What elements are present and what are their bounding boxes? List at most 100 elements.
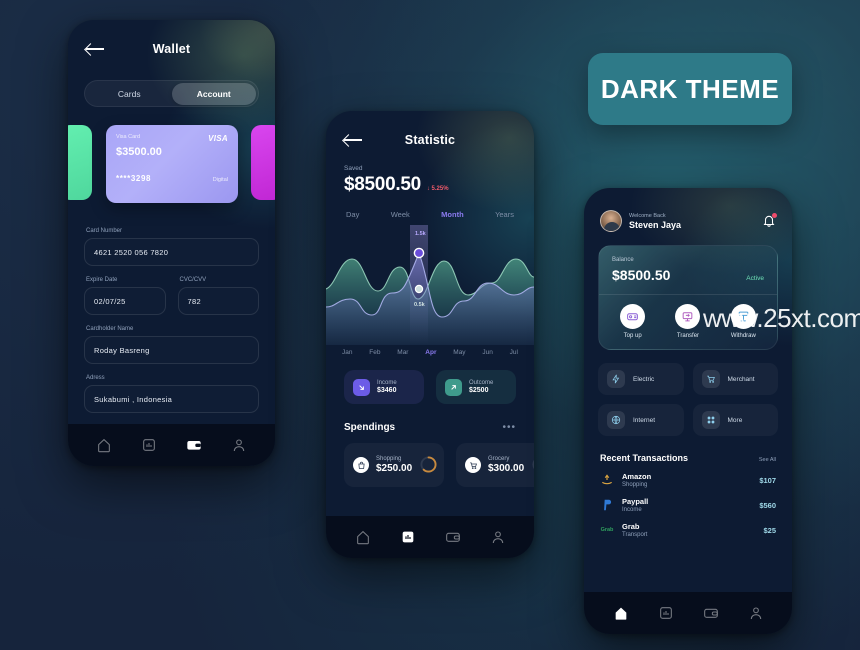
field-label: Cardholder Name — [86, 326, 134, 332]
nav-chart-icon[interactable] — [400, 529, 416, 545]
action-withdraw[interactable]: Withdraw — [716, 304, 771, 339]
tab-account[interactable]: Account — [171, 82, 256, 105]
visa-card[interactable]: Visa Card VISA $3500.00 ****3298 Digital — [106, 125, 238, 203]
saved-label: Saved — [344, 165, 363, 172]
spending-label: Shopping — [376, 456, 402, 462]
outcome-value: $2500 — [469, 387, 489, 394]
tab-cards[interactable]: Cards — [87, 83, 172, 105]
wallet-segmented-control[interactable]: Cards Account — [84, 80, 259, 107]
cardholder-name-input[interactable]: Roday Basreng — [84, 336, 259, 364]
spending-card-shopping[interactable]: Shopping $250.00 — [344, 443, 444, 487]
chart-marker-lower[interactable] — [414, 284, 424, 294]
nav-profile-icon[interactable] — [490, 529, 506, 545]
nav-home-icon[interactable] — [613, 605, 629, 621]
balance-card: Balance $8500.50 Active Top up Transfer … — [598, 245, 778, 350]
nav-profile-icon[interactable] — [748, 605, 764, 621]
action-transfer[interactable]: Transfer — [660, 304, 715, 339]
nav-home-icon[interactable] — [96, 437, 112, 453]
range-years[interactable]: Years — [495, 210, 514, 219]
action-topup[interactable]: Top up — [605, 304, 660, 339]
bolt-icon — [607, 370, 625, 388]
tile-electric[interactable]: Electric — [598, 363, 684, 395]
card-peek-left[interactable] — [68, 125, 92, 200]
phone-statistic: Statistic Saved $8500.50 ↓ 5.25% Day Wee… — [326, 111, 534, 558]
saved-delta: ↓ 5.25% — [426, 186, 449, 192]
user-name: Steven Jaya — [629, 219, 682, 230]
amazon-icon — [600, 473, 614, 487]
tick-mar: Mar — [397, 349, 409, 356]
nav-wallet-icon[interactable] — [445, 529, 461, 545]
expire-date-input[interactable]: 02/07/25 — [84, 287, 166, 315]
avatar[interactable] — [600, 210, 622, 232]
spending-label: Grocery — [488, 456, 510, 462]
tile-label: Electric — [633, 375, 655, 383]
balance-label: Balance — [612, 257, 634, 263]
card-type: Digital — [212, 177, 228, 183]
transaction-amount: $107 — [759, 475, 776, 485]
nav-chart-icon[interactable] — [141, 437, 157, 453]
transaction-row[interactable]: Amazon Shopping $107 — [584, 463, 792, 488]
income-outcome-row: Income $3460 Outcome $2500 — [326, 356, 534, 404]
field-card-number: Card Number 4621 2520 056 7820 — [84, 228, 259, 266]
cvc-input[interactable]: 782 — [177, 287, 259, 315]
income-card[interactable]: Income $3460 — [344, 370, 424, 404]
card-amount: $3500.00 — [116, 146, 162, 158]
balance-value: $8500.50 — [612, 267, 671, 283]
chart-marker-upper[interactable] — [413, 247, 425, 259]
page-title: Wallet — [152, 42, 191, 56]
spending-value: $250.00 — [376, 463, 413, 474]
transaction-row[interactable]: Paypall Income $560 — [584, 488, 792, 513]
bottom-nav — [584, 592, 792, 634]
chart-x-axis: Jan Feb Mar Apr May Jun Jul — [326, 345, 534, 356]
transaction-category: Income — [622, 507, 642, 513]
card-peek-right[interactable] — [251, 125, 275, 200]
tick-apr: Apr — [425, 349, 437, 356]
field-address: Adress Sukabumi , Indonesia — [84, 375, 259, 413]
tick-jun: Jun — [482, 349, 493, 356]
card-carousel[interactable]: Visa Card VISA $3500.00 ****3298 Digital — [68, 125, 275, 205]
phone-wallet: Wallet Cards Account Visa Card VISA $350… — [68, 20, 275, 466]
service-tiles: Electric Merchant Internet More — [584, 350, 792, 436]
tile-merchant[interactable]: Merchant — [692, 363, 778, 395]
action-label: Top up — [623, 333, 642, 339]
bell-icon[interactable] — [762, 213, 777, 228]
transaction-category: Transport — [622, 532, 648, 538]
globe-icon — [607, 411, 625, 429]
badge-label: DARK THEME — [600, 73, 780, 104]
status-badge: Active — [746, 275, 764, 282]
card-number-input[interactable]: 4621 2520 056 7820 — [84, 238, 259, 266]
bottom-nav — [326, 516, 534, 558]
spending-card-grocery[interactable]: Grocery $300.00 — [456, 443, 534, 487]
spending-value: $300.00 — [488, 463, 525, 474]
cart-icon — [465, 457, 481, 473]
user-header: Welcome Back Steven Jaya — [584, 188, 792, 232]
spending-progress-ring — [532, 456, 534, 473]
action-label: Withdraw — [730, 333, 756, 339]
address-input[interactable]: Sukabumi , Indonesia — [84, 385, 259, 413]
nav-home-icon[interactable] — [355, 529, 371, 545]
tile-internet[interactable]: Internet — [598, 404, 684, 436]
saved-row: $8500.50 ↓ 5.25% — [326, 172, 534, 196]
see-all-link[interactable]: See All — [759, 457, 776, 463]
transactions-header: Recent Transactions See All — [584, 436, 792, 463]
card-number-masked: ****3298 — [116, 174, 152, 183]
ellipsis-icon[interactable]: ••• — [502, 422, 516, 433]
welcome-text: Welcome Back — [629, 212, 666, 219]
range-day[interactable]: Day — [346, 210, 359, 219]
nav-wallet-icon[interactable] — [703, 605, 719, 621]
nav-chart-icon[interactable] — [658, 605, 674, 621]
nav-profile-icon[interactable] — [231, 437, 247, 453]
range-week[interactable]: Week — [391, 210, 410, 219]
bag-icon — [353, 457, 369, 473]
atm-icon — [730, 304, 756, 329]
dark-theme-badge: DARK THEME — [588, 53, 792, 125]
tile-more[interactable]: More — [692, 404, 778, 436]
tile-label: More — [727, 416, 743, 424]
range-month[interactable]: Month — [441, 210, 464, 219]
transaction-category: Shopping — [622, 482, 648, 488]
outcome-card[interactable]: Outcome $2500 — [436, 370, 516, 404]
nav-wallet-icon[interactable] — [186, 437, 202, 453]
transaction-row[interactable]: Grab Grab Transport $25 — [584, 513, 792, 538]
card-form: Card Number 4621 2520 056 7820 Expire Da… — [68, 205, 275, 413]
range-selector[interactable]: Day Week Month Years — [326, 196, 534, 219]
